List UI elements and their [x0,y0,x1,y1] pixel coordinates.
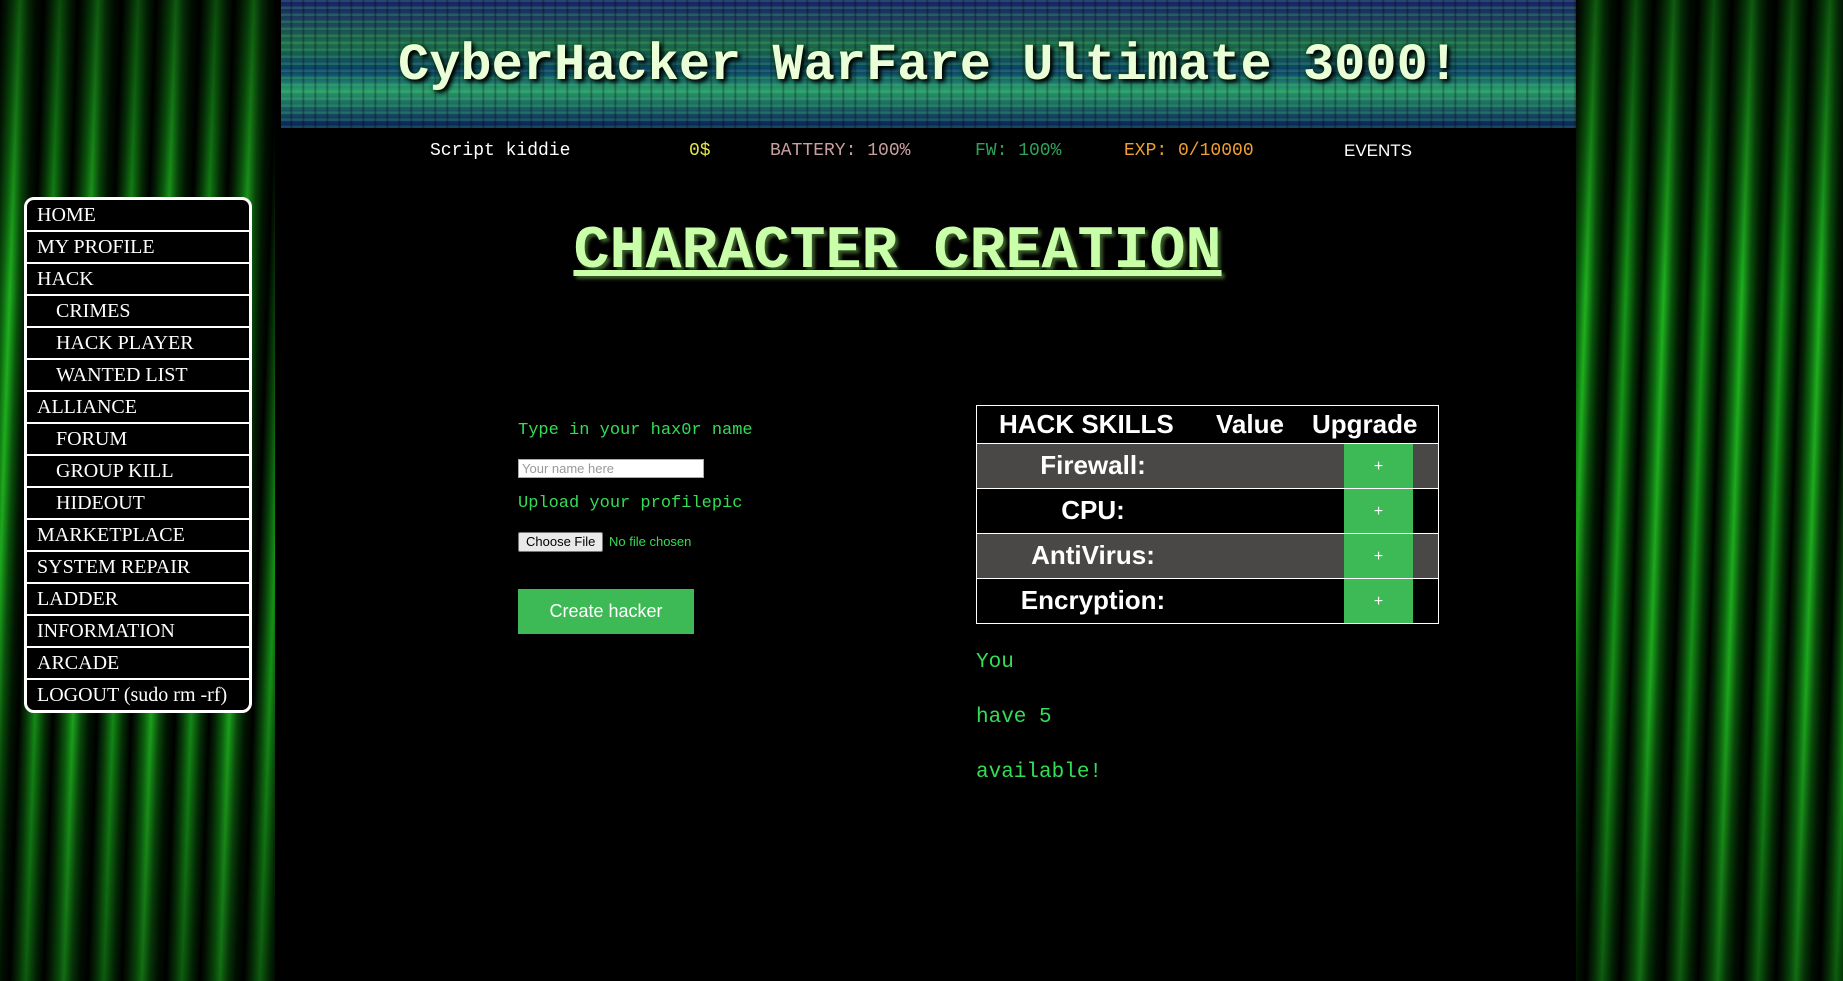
profilepic-label: Upload your profilepic [518,494,743,513]
skills-table-header: HACK SKILLS Value Upgrade [977,406,1438,444]
menu-item-group-kill[interactable]: GROUP KILL [27,456,249,488]
events-link[interactable]: EVENTS [1344,141,1412,161]
main-content: CyberHacker WarFare Ultimate 3000! Scrip… [275,0,1576,981]
exp-label: EXP: 0/10000 [1124,141,1254,161]
name-input[interactable] [518,459,704,478]
menu-item-home[interactable]: HOME [27,200,249,232]
hack-skills-table: HACK SKILLS Value Upgrade Firewall: + CP… [976,405,1439,624]
menu-item-system-repair[interactable]: SYSTEM REPAIR [27,552,249,584]
page-title: CHARACTER CREATION [573,218,1222,286]
menu-item-hideout[interactable]: HIDEOUT [27,488,249,520]
points-line-1: You [976,651,1014,674]
main-menu: HOME MY PROFILE HACK CRIMES HACK PLAYER … [24,197,252,713]
skill-row-cpu: CPU: + [977,489,1438,534]
money-label: 0$ [689,141,711,161]
rank-label: Script kiddie [430,141,571,161]
header-banner: CyberHacker WarFare Ultimate 3000! [281,0,1576,128]
skill-row-encryption: Encryption: + [977,579,1438,623]
header-value: Value [1216,409,1284,439]
upgrade-antivirus-button[interactable]: + [1344,534,1413,578]
skill-name: Firewall: [1040,450,1146,480]
name-label: Type in your hax0r name [518,421,753,440]
skill-name: Encryption: [1020,585,1166,615]
matrix-background-right [1576,0,1843,981]
status-bar: Script kiddie 0$ BATTERY: 100% FW: 100% … [275,141,1576,165]
menu-item-crimes[interactable]: CRIMES [27,296,249,328]
menu-item-logout[interactable]: LOGOUT (sudo rm -rf) [27,680,249,710]
upgrade-encryption-button[interactable]: + [1344,579,1413,623]
menu-item-hack-player[interactable]: HACK PLAYER [27,328,249,360]
menu-item-forum[interactable]: FORUM [27,424,249,456]
app-title: CyberHacker WarFare Ultimate 3000! [398,36,1459,95]
firewall-label: FW: 100% [975,141,1062,161]
points-line-3: available! [976,761,1103,784]
battery-label: BATTERY: 100% [770,141,911,161]
menu-item-arcade[interactable]: ARCADE [27,648,249,680]
points-line-2: have 5 [976,706,1052,729]
upgrade-cpu-button[interactable]: + [1344,489,1413,533]
menu-item-marketplace[interactable]: MARKETPLACE [27,520,249,552]
upgrade-firewall-button[interactable]: + [1344,444,1413,488]
available-points-text: You have 5 available! [976,635,1176,800]
skill-row-antivirus: AntiVirus: + [977,534,1438,579]
header-upgrade: Upgrade [1312,409,1418,439]
menu-item-wanted-list[interactable]: WANTED LIST [27,360,249,392]
menu-item-my-profile[interactable]: MY PROFILE [27,232,249,264]
menu-item-information[interactable]: INFORMATION [27,616,249,648]
menu-item-hack[interactable]: HACK [27,264,249,296]
create-hacker-button[interactable]: Create hacker [518,589,694,634]
skill-row-firewall: Firewall: + [977,444,1438,489]
menu-item-alliance[interactable]: ALLIANCE [27,392,249,424]
skill-name: AntiVirus: [1031,540,1155,570]
choose-file-button[interactable]: Choose File [518,532,604,552]
header-hack-skills: HACK SKILLS [999,409,1174,439]
file-status: No file chosen [609,534,692,549]
skill-name: CPU: [1061,495,1125,525]
menu-item-ladder[interactable]: LADDER [27,584,249,616]
